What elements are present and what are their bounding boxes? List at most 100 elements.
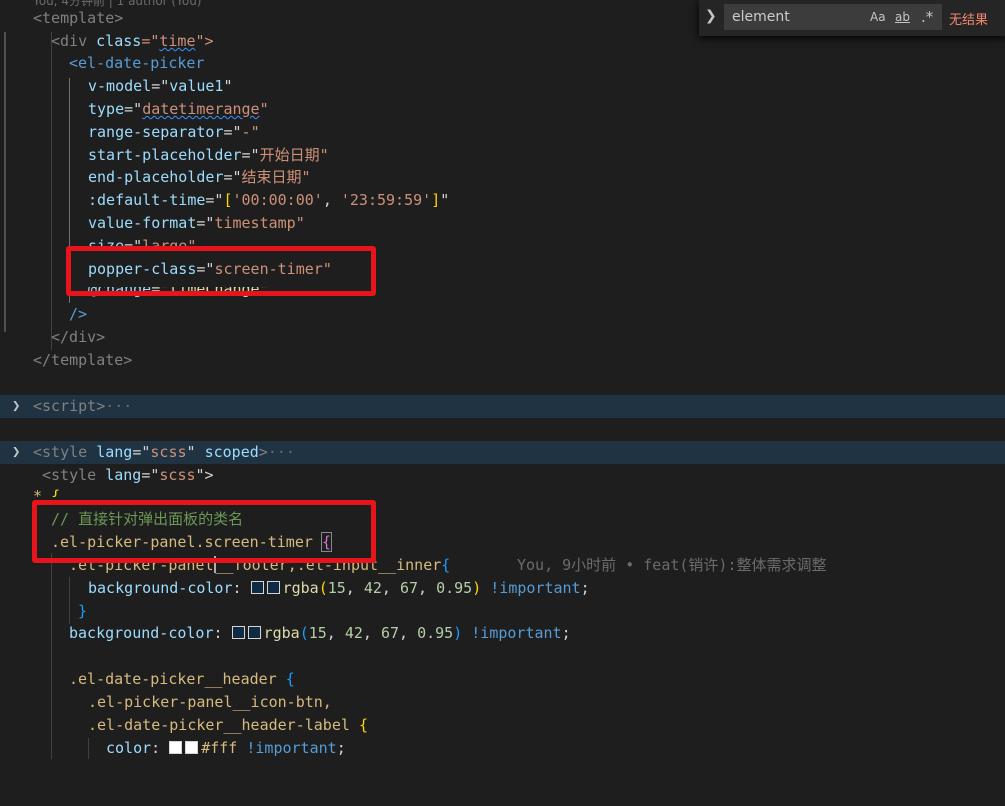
- find-query[interactable]: element: [732, 9, 790, 25]
- code-line-7: start-placeholder="开始日期": [0, 144, 1005, 167]
- function: rgba: [263, 624, 300, 642]
- bracket: (: [299, 624, 309, 642]
- code-line-9: :default-time="['00:00:00', '23:59:59']": [0, 189, 1005, 212]
- chevron-right-icon[interactable]: ❯: [12, 441, 20, 464]
- number: 42: [344, 624, 363, 642]
- punct: ,: [399, 624, 418, 642]
- bracket: ): [453, 624, 472, 642]
- color-swatch[interactable]: [247, 626, 261, 639]
- punct: =": [151, 77, 170, 95]
- code-line-16: </template>: [0, 349, 1005, 372]
- punct: ,: [345, 579, 364, 597]
- attr-name: lang: [96, 443, 133, 461]
- code-line-5: type="datetimerange": [0, 98, 1005, 121]
- div-tag: <div: [51, 32, 97, 50]
- whole-word-toggle[interactable]: ab: [895, 10, 910, 24]
- attr-value: timestamp: [214, 214, 296, 232]
- code-line-32: .el-date-picker__header-label {: [0, 714, 1005, 737]
- style-tag: <style: [42, 466, 106, 484]
- bracket: {: [51, 487, 61, 497]
- attr-value: scss: [150, 443, 187, 461]
- attr-value: '00:00:00': [232, 191, 323, 209]
- punct: =": [141, 466, 160, 484]
- folded-style-line[interactable]: ❯ <style lang="scss" scoped>···: [0, 441, 1005, 464]
- number: 0.95: [436, 579, 473, 597]
- punct: ": [440, 191, 450, 209]
- code-line-6: range-separator="-": [0, 121, 1005, 144]
- punct: :: [213, 624, 232, 642]
- find-result-status: 无结果: [949, 13, 989, 28]
- code-line-22: * {: [0, 485, 1005, 497]
- punct: ,: [381, 579, 400, 597]
- bracket: ]: [431, 191, 441, 209]
- punct: =": [132, 443, 151, 461]
- punct: =": [223, 123, 242, 141]
- punct: ,: [326, 624, 345, 642]
- punct: ;: [336, 739, 346, 757]
- match-case-toggle[interactable]: Aa: [870, 10, 886, 24]
- chevron-right-icon[interactable]: ❯: [705, 8, 717, 24]
- punct: ">: [195, 466, 214, 484]
- punct: ,: [418, 579, 437, 597]
- code-line-33: color: #fff !important;: [0, 737, 1005, 760]
- attr-name: range-separator: [88, 123, 224, 141]
- attr-name: scoped: [204, 443, 259, 461]
- code-line-14: />: [0, 303, 1005, 326]
- selector: .el-date-picker__header: [69, 670, 286, 688]
- punct: >: [258, 443, 268, 461]
- folded-script-line[interactable]: ❯ <script>···: [0, 395, 1005, 418]
- color-swatch[interactable]: [250, 581, 264, 594]
- code-line-28: background-color: rgba(15, 42, 67, 0.95)…: [0, 622, 1005, 645]
- punct: ": [223, 77, 233, 95]
- chevron-right-icon[interactable]: ❯: [12, 395, 20, 418]
- punct: ,: [362, 624, 381, 642]
- highlight-box-popper-class: [66, 246, 376, 296]
- attr-name: type: [88, 100, 125, 118]
- attr-value: '23:59:59': [340, 191, 432, 209]
- code-editor[interactable]: You, 4分钟前 | 1 author (You) <template> <d…: [0, 0, 1005, 759]
- number: 0.95: [417, 624, 454, 642]
- self-close: />: [69, 305, 88, 323]
- attr-value: 结束日期: [241, 168, 302, 186]
- property: background-color: [69, 624, 214, 642]
- bracket: [: [223, 191, 233, 209]
- attr-value: value1: [169, 77, 224, 95]
- bracket: (: [318, 579, 328, 597]
- color-swatch[interactable]: [185, 741, 199, 754]
- inline-blame[interactable]: You, 9小时前 • feat(销许):整体需求调整: [517, 554, 827, 577]
- code-line-31: .el-picker-panel__icon-btn,: [0, 691, 1005, 714]
- punct: ": [295, 214, 305, 232]
- attr-name: v-model: [88, 77, 152, 95]
- punct: ;: [580, 579, 590, 597]
- code-line-21: <style lang="scss">: [0, 464, 1005, 487]
- number: 15: [327, 579, 346, 597]
- find-input[interactable]: element Aa ab .*: [724, 4, 942, 30]
- function: rgba: [282, 579, 319, 597]
- selector: *: [33, 487, 52, 497]
- punct: =": [205, 191, 224, 209]
- regex-toggle[interactable]: .*: [921, 8, 933, 26]
- number: 67: [399, 579, 419, 597]
- number: 15: [308, 624, 327, 642]
- attr-name: end-placeholder: [88, 168, 224, 186]
- color-swatch[interactable]: [169, 741, 183, 754]
- el-date-picker-tag: <el-date-picker: [69, 54, 205, 72]
- property: color: [106, 739, 152, 757]
- attr-name: start-placeholder: [88, 146, 242, 164]
- punct: ": [186, 443, 205, 461]
- color-swatch[interactable]: [231, 626, 245, 639]
- fold-ellipsis: ···: [267, 443, 295, 461]
- punct: ": [259, 100, 269, 118]
- punct: =": [196, 214, 215, 232]
- fold-ellipsis: ···: [105, 397, 133, 415]
- keyword: !important: [490, 579, 581, 597]
- punct: =": [141, 32, 160, 50]
- property: background-color: [88, 579, 233, 597]
- selector: .el-picker-panel__icon-btn,: [88, 693, 332, 711]
- punct: =": [124, 100, 143, 118]
- template-close-tag: </template>: [33, 351, 133, 369]
- keyword: !important: [471, 624, 562, 642]
- punct: :: [151, 739, 170, 757]
- color-swatch[interactable]: [266, 581, 280, 594]
- code-line-30: .el-date-picker__header {: [0, 668, 1005, 691]
